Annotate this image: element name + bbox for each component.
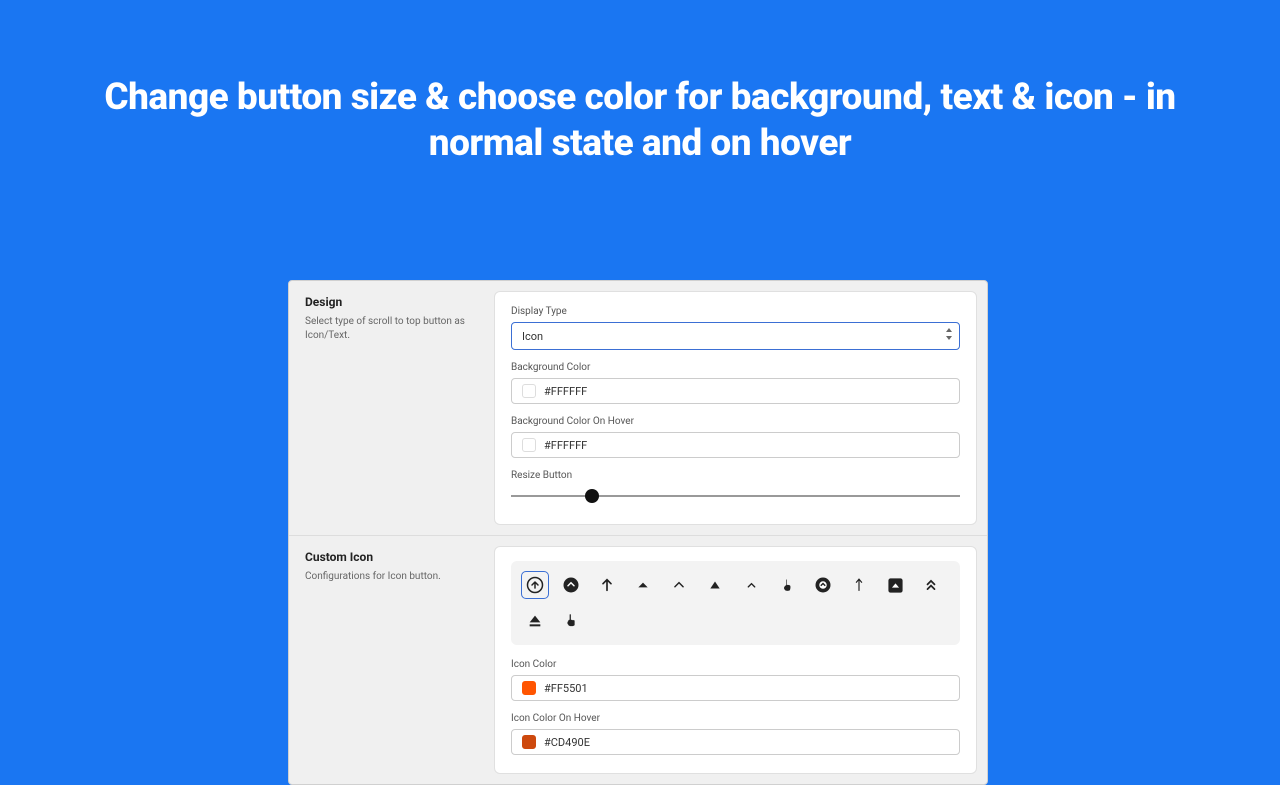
icon-hover-swatch	[522, 735, 536, 749]
icon-option-filled-circle-up[interactable]	[557, 571, 585, 599]
icon-option-thin-arrow-up[interactable]	[845, 571, 873, 599]
design-title: Design	[305, 295, 478, 309]
resize-label: Resize Button	[511, 470, 960, 481]
display-type-label: Display Type	[511, 306, 960, 317]
custom-icon-title: Custom Icon	[305, 550, 478, 564]
settings-panel: Design Select type of scroll to top butt…	[288, 280, 988, 785]
resize-slider[interactable]	[511, 486, 960, 506]
bg-color-swatch	[522, 384, 536, 398]
icon-option-chevron-up[interactable]	[665, 571, 693, 599]
bg-color-value: #FFFFFF	[544, 385, 587, 398]
select-arrows-icon	[945, 328, 953, 340]
icon-option-double-chevron-up[interactable]	[917, 571, 945, 599]
bg-color-label: Background Color	[511, 362, 960, 373]
icon-option-ring-chevron-up[interactable]	[809, 571, 837, 599]
custom-icon-section: Custom Icon Configurations for Icon butt…	[289, 536, 987, 784]
bg-color-input[interactable]: #FFFFFF	[511, 378, 960, 404]
bg-hover-input[interactable]: #FFFFFF	[511, 432, 960, 458]
icon-option-triangle-up[interactable]	[701, 571, 729, 599]
icon-option-eject-up[interactable]	[521, 607, 549, 635]
slider-thumb[interactable]	[585, 489, 599, 503]
icon-grid	[511, 561, 960, 645]
display-type-select[interactable]: Icon	[511, 322, 960, 350]
hero-title: Change button size & choose color for ba…	[0, 0, 1280, 168]
bg-hover-label: Background Color On Hover	[511, 416, 960, 427]
design-section: Design Select type of scroll to top butt…	[289, 281, 987, 536]
bg-hover-value: #FFFFFF	[544, 439, 587, 452]
icon-option-caret-up[interactable]	[629, 571, 657, 599]
icon-option-small-chevron-up[interactable]	[737, 571, 765, 599]
icon-option-square-caret-up[interactable]	[881, 571, 909, 599]
icon-color-label: Icon Color	[511, 659, 960, 670]
bg-hover-swatch	[522, 438, 536, 452]
icon-color-input[interactable]: #FF5501	[511, 675, 960, 701]
display-type-value: Icon	[522, 330, 543, 343]
icon-hover-input[interactable]: #CD490E	[511, 729, 960, 755]
icon-option-arrow-up[interactable]	[593, 571, 621, 599]
icon-color-value: #FF5501	[544, 682, 588, 695]
icon-hover-label: Icon Color On Hover	[511, 713, 960, 724]
design-desc: Select type of scroll to top button as I…	[305, 315, 478, 343]
icon-option-circle-arrow-up[interactable]	[521, 571, 549, 599]
icon-color-swatch	[522, 681, 536, 695]
icon-option-hand-point-up[interactable]	[773, 571, 801, 599]
custom-icon-desc: Configurations for Icon button.	[305, 570, 478, 584]
icon-option-hand-pointer-up[interactable]	[557, 607, 585, 635]
icon-hover-value: #CD490E	[544, 736, 590, 749]
